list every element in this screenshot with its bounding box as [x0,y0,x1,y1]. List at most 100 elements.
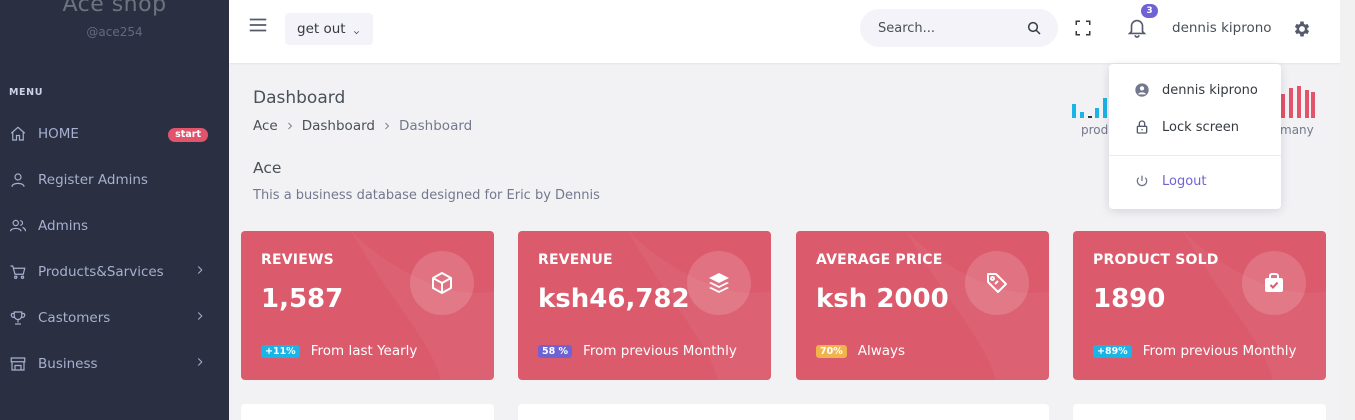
mini-bar [1095,108,1099,118]
sidebar-item-label: HOME [38,126,79,142]
briefcase-check-icon [1242,251,1306,315]
breadcrumb-item[interactable]: Dashboard [302,118,375,134]
card-value: 1890 [1093,284,1166,314]
card-footer-text: Always [857,343,906,359]
dropdown-item-profile[interactable]: dennis kiprono [1109,75,1281,105]
change-badge: +89% [1093,344,1132,358]
breadcrumb-item[interactable]: Ace [253,118,278,134]
user-dropdown-menu: dennis kiprono Lock screen Logout [1109,64,1281,209]
topbar: get out 3 dennis kiprono [229,0,1340,63]
dropdown-item-label: Lock screen [1162,119,1239,135]
get-out-label: get out [297,21,346,37]
mini-bar [1281,94,1285,118]
users-icon [8,216,28,236]
card-footer-text: From previous Monthly [583,343,737,359]
sidebar-item-label: Castomers [38,310,111,326]
brand-handle: @ace254 [86,25,143,39]
sidebar-item-products-services[interactable]: Products&Sarvices [0,249,229,295]
cube-icon [410,251,474,315]
card-value: 1,587 [261,284,344,314]
card-footer: +11% From last Yearly [261,343,417,359]
card-title: REVIEWS [261,252,334,268]
user-menu-toggle[interactable]: dennis kiprono [1172,20,1272,36]
user-circle-icon [1134,82,1150,98]
sidebar: Ace shop @ace254 MENU HOME start Registe… [0,0,229,420]
chevron-down-icon [352,25,361,34]
chevron-right-icon [193,263,207,277]
mini-bar [1311,92,1315,118]
card-footer: 58 % From previous Monthly [538,343,737,359]
card-footer: +89% From previous Monthly [1093,343,1297,359]
sidebar-item-home[interactable]: HOME start [0,111,229,157]
card-value: ksh 2000 [816,284,949,314]
card-footer-text: From previous Monthly [1142,343,1297,359]
chevron-right-icon [284,120,296,132]
chevron-right-icon [193,309,207,323]
dropdown-divider [1109,155,1281,156]
power-icon [1134,173,1150,189]
menu-title: MENU [9,87,44,98]
sidebar-item-label: Products&Sarvices [38,264,164,280]
stat-card-revenue: REVENUE ksh46,782 58 % From previous Mon… [518,231,771,380]
layers-icon [687,251,751,315]
change-badge: 58 % [538,344,573,358]
brand[interactable]: Ace shop @ace254 [0,0,229,39]
card-title: PRODUCT SOLD [1093,252,1219,268]
menu-toggle-icon[interactable] [247,14,269,36]
search-input[interactable] [878,9,1028,47]
mini-bar [1305,90,1309,118]
bell-icon[interactable] [1126,16,1148,40]
sidebar-item-label: Admins [38,218,89,234]
fullscreen-icon[interactable] [1074,19,1092,37]
mini-chart-label-right: many [1280,123,1314,137]
stat-card-average-price: AVERAGE PRICE ksh 2000 70% Always [796,231,1049,380]
sidebar-item-label: Register Admins [38,172,148,188]
stat-card-product-sold: PRODUCT SOLD 1890 +89% From previous Mon… [1073,231,1326,380]
sidebar-item-admins[interactable]: Admins [0,203,229,249]
tag-icon [965,251,1029,315]
page-title: Dashboard [253,88,346,108]
change-badge: +11% [261,344,300,358]
mini-bar [1080,112,1084,118]
home-icon [8,124,28,144]
section-title: Ace [253,159,282,177]
search-icon[interactable] [1026,20,1042,36]
chevron-right-icon [381,120,393,132]
logout-label: Logout [1162,173,1207,189]
search-box [860,9,1058,47]
brand-name: Ace shop [62,0,167,17]
dropdown-item-lock-screen[interactable]: Lock screen [1109,112,1281,142]
start-badge: start [168,128,208,142]
mini-bar-chart-right [1281,86,1317,118]
change-badge: 70% [816,344,847,358]
lock-icon [1134,119,1150,135]
section-description: This a business database designed for Er… [253,188,600,203]
page-scrollbar[interactable] [1340,0,1355,420]
content-card [518,404,1049,420]
gear-icon[interactable] [1292,19,1312,39]
notification-count-badge: 3 [1141,4,1158,18]
mini-bar [1088,116,1092,118]
card-footer-text: From last Yearly [310,343,418,359]
mini-bar [1072,104,1076,118]
breadcrumb-item-active: Dashboard [398,118,473,134]
breadcrumb: Ace Dashboard Dashboard [253,118,472,134]
mini-bar [1103,98,1107,118]
mini-bar [1297,86,1301,118]
content-card [241,404,494,420]
sidebar-item-label: Business [38,356,98,372]
store-icon [8,354,28,374]
dropdown-item-label: dennis kiprono [1162,82,1258,98]
card-value: ksh46,782 [538,284,690,314]
logout-button[interactable]: Logout [1109,166,1281,196]
sidebar-menu: HOME start Register Admins Admins Produc… [0,111,229,387]
user-icon [8,170,28,190]
sidebar-item-customers[interactable]: Castomers [0,295,229,341]
card-title: REVENUE [538,252,613,268]
card-title: AVERAGE PRICE [816,252,943,268]
sidebar-item-register-admins[interactable]: Register Admins [0,157,229,203]
get-out-dropdown[interactable]: get out [285,13,373,45]
chevron-right-icon [193,355,207,369]
sidebar-item-business[interactable]: Business [0,341,229,387]
trophy-icon [8,308,28,328]
